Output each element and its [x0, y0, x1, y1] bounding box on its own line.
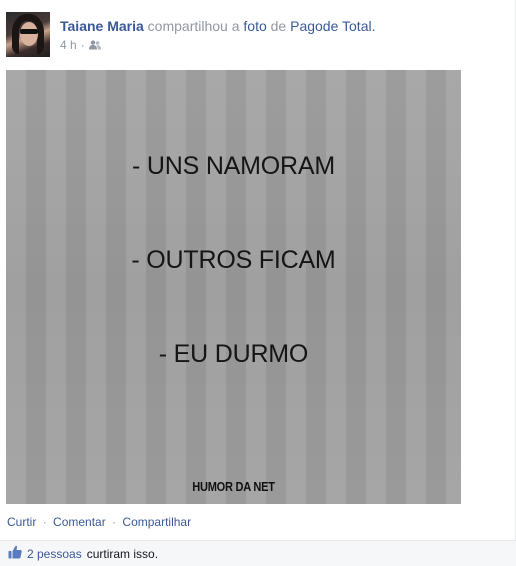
photo-watermark: HUMOR DA NET: [192, 479, 275, 494]
share-button[interactable]: Compartilhar: [122, 515, 191, 529]
preposition-text: de: [270, 18, 287, 34]
meta-separator: ·: [80, 38, 85, 52]
timestamp-link[interactable]: 4 h: [60, 38, 77, 52]
photo-text-line: - EU DURMO: [158, 340, 309, 368]
source-page-link[interactable]: Pagode Total.: [290, 18, 375, 34]
story-header: Taiane Maria compartilhou a foto de Pago…: [60, 17, 375, 35]
comment-button[interactable]: Comentar: [53, 515, 106, 529]
feed-story: Taiane Maria compartilhou a foto de Pago…: [0, 0, 516, 566]
like-button[interactable]: Curtir: [7, 515, 36, 529]
avatar-sunglasses: [20, 29, 38, 34]
likers-link[interactable]: 2 pessoas: [27, 547, 82, 561]
action-separator: ·: [42, 515, 47, 529]
thumbs-up-icon: [8, 545, 22, 562]
likes-summary: 2 pessoas curtiram isso.: [0, 540, 516, 566]
photo-text-line: - UNS NAMORAM: [132, 152, 335, 180]
photo-background: [6, 70, 461, 504]
story-actions: Curtir · Comentar · Compartilhar: [7, 515, 191, 529]
photo-text-line: - OUTROS FICAM: [131, 246, 336, 274]
shared-photo[interactable]: - UNS NAMORAM - OUTROS FICAM - EU DURMO …: [6, 70, 461, 504]
photo-link[interactable]: foto: [243, 18, 266, 34]
likes-suffix: curtiram isso.: [86, 546, 159, 561]
action-separator: ·: [112, 515, 117, 529]
author-avatar[interactable]: [6, 12, 50, 57]
story-meta: 4 h ·: [60, 38, 101, 52]
avatar-face: [20, 22, 38, 46]
friends-icon[interactable]: [88, 40, 101, 50]
author-name-link[interactable]: Taiane Maria: [60, 18, 144, 34]
action-text: compartilhou a: [147, 18, 240, 34]
